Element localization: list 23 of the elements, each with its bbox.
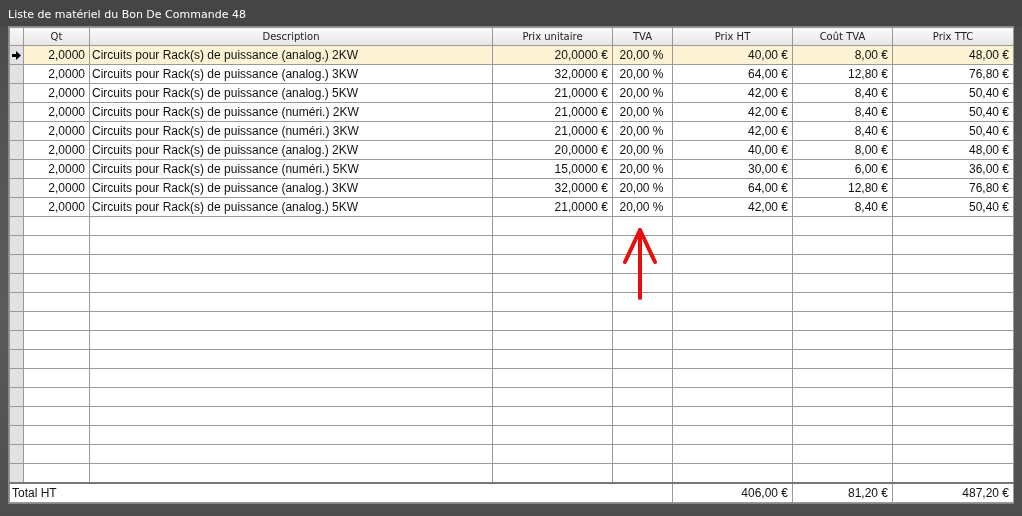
column-header[interactable]: Prix unitaire bbox=[492, 27, 613, 46]
column-header[interactable]: Coût TVA bbox=[792, 27, 893, 46]
column-header[interactable]: TVA bbox=[612, 27, 673, 46]
table-row[interactable]: 2,0000 Circuits pour Rack(s) de puissance (analog.) 3KW 32,0000 € 20,00 % 64,00 € 12,80 € 76,80 € bbox=[9, 64, 1014, 84]
table-row[interactable]: 2,0000 Circuits pour Rack(s) de puissance (numéri.) 2KW 21,0000 € 20,00 % 42,00 € 8,40 € 50,40 € bbox=[9, 102, 1014, 122]
total-label: Total HT bbox=[9, 483, 673, 503]
table-row[interactable]: 2,0000 Circuits pour Rack(s) de puissance (analog.) 3KW 32,0000 € 20,00 % 64,00 € 12,80 € 76,80 € bbox=[9, 178, 1014, 198]
table-row[interactable]: 2,0000 Circuits pour Rack(s) de puissance (analog.) 5KW 21,0000 € 20,00 % 42,00 € 8,40 € 50,40 € bbox=[9, 197, 1014, 217]
table-row[interactable]: 2,0000 Circuits pour Rack(s) de puissance (analog.) 2KW 20,0000 € 20,00 % 40,00 € 8,00 € 48,00 € bbox=[9, 140, 1014, 160]
column-header[interactable]: Prix HT bbox=[672, 27, 793, 46]
column-header[interactable]: Qt bbox=[23, 27, 90, 46]
corner-header bbox=[9, 27, 24, 46]
table-row[interactable]: 2,0000 Circuits pour Rack(s) de puissance (analog.) 5KW 21,0000 € 20,00 % 42,00 € 8,40 € 50,40 € bbox=[9, 83, 1014, 103]
total-cell: 406,00 € bbox=[672, 483, 793, 503]
column-header[interactable]: Prix TTC bbox=[892, 27, 1014, 46]
total-cell: 487,20 € bbox=[892, 483, 1014, 503]
table-row[interactable]: 2,0000 Circuits pour Rack(s) de puissance (analog.) 2KW 20,0000 € 20,00 % 40,00 € 8,00 € 48,00 € bbox=[9, 45, 1014, 65]
total-cell: 81,20 € bbox=[792, 483, 893, 503]
table-row[interactable]: 2,0000 Circuits pour Rack(s) de puissance (numéri.) 3KW 21,0000 € 20,00 % 42,00 € 8,40 € 50,40 € bbox=[9, 121, 1014, 141]
window-title: Liste de matériel du Bon De Commande 48 bbox=[0, 0, 1022, 26]
column-header[interactable]: Description bbox=[89, 27, 493, 46]
table-row[interactable]: 2,0000 Circuits pour Rack(s) de puissance (numéri.) 5KW 15,0000 € 20,00 % 30,00 € 6,00 € 36,00 € bbox=[9, 159, 1014, 179]
current-row-icon bbox=[12, 50, 21, 60]
